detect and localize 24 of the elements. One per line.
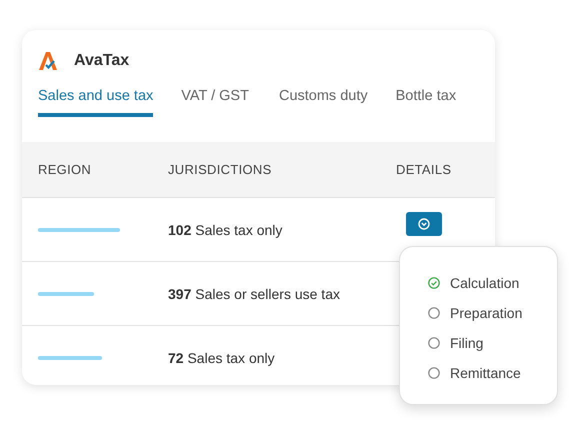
dropdown-button[interactable] [406,212,442,236]
check-circle-icon[interactable] [428,276,440,288]
menu-item[interactable]: Filing [450,334,484,350]
column-header: REGION [37,162,92,177]
placeholder-line [38,292,94,296]
menu-item[interactable]: Remittance [450,364,521,380]
menu-item[interactable]: Preparation [450,304,522,320]
tab[interactable]: VAT / GST [181,86,249,117]
table-cell-text: 72 Sales tax only [168,350,276,366]
menu-item[interactable]: Calculation [450,274,520,290]
empty-circle-icon[interactable] [428,336,440,348]
app-name: AvaTax [74,52,130,70]
table-cell-text: 397 Sales or sellers use tax [168,286,341,302]
empty-circle-icon[interactable] [428,306,440,318]
placeholder-line [38,356,102,360]
column-header: JURISDICTIONS [168,162,273,177]
column-header: DETAILS [396,162,452,177]
chevron-down-icon [418,218,430,230]
tab[interactable]: Customs duty [278,86,368,117]
empty-circle-icon[interactable] [428,366,440,378]
table-cell-text: 102 Sales tax only [168,222,284,238]
tab[interactable]: Bottle tax [396,86,456,117]
tab[interactable]: Sales and use tax [38,86,154,117]
logo-icon [38,51,58,71]
